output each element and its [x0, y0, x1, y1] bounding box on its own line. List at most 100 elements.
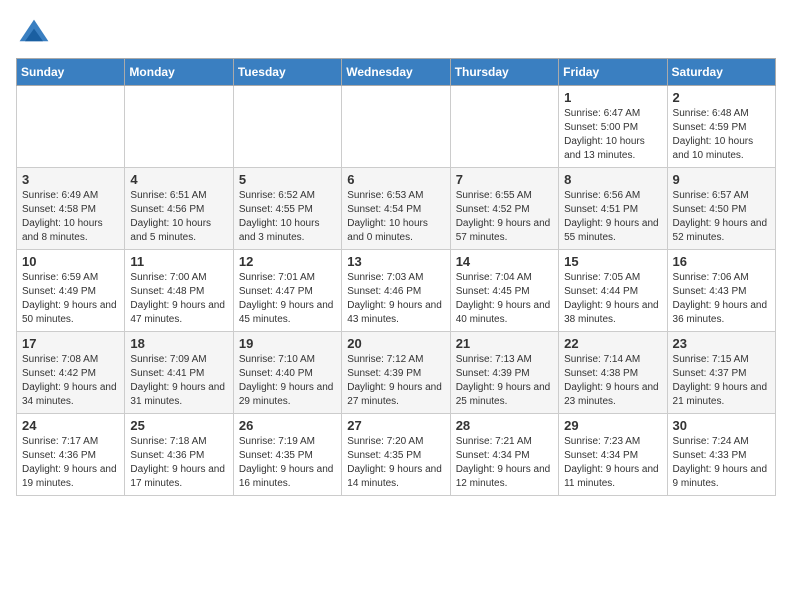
calendar-cell: 3 Sunrise: 6:49 AMSunset: 4:58 PMDaylight… [17, 168, 125, 250]
weekday-header-friday: Friday [559, 59, 667, 86]
day-number: 22 [564, 336, 661, 351]
calendar-week-2: 3 Sunrise: 6:49 AMSunset: 4:58 PMDaylight… [17, 168, 776, 250]
calendar-cell: 20 Sunrise: 7:12 AMSunset: 4:39 PMDayligh… [342, 332, 450, 414]
day-info: Sunrise: 7:15 AMSunset: 4:37 PMDaylight:… [673, 353, 770, 409]
day-number: 23 [673, 336, 770, 351]
day-number: 10 [22, 254, 119, 269]
calendar-table: SundayMondayTuesdayWednesdayThursdayFrid… [16, 58, 776, 496]
day-info: Sunrise: 7:06 AMSunset: 4:43 PMDaylight:… [673, 271, 770, 327]
calendar-cell: 14 Sunrise: 7:04 AMSunset: 4:45 PMDayligh… [450, 250, 558, 332]
day-info: Sunrise: 7:04 AMSunset: 4:45 PMDaylight:… [456, 271, 553, 327]
day-info: Sunrise: 6:49 AMSunset: 4:58 PMDaylight:… [22, 189, 119, 245]
calendar-cell: 16 Sunrise: 7:06 AMSunset: 4:43 PMDayligh… [667, 250, 775, 332]
calendar-cell: 26 Sunrise: 7:19 AMSunset: 4:35 PMDayligh… [233, 414, 341, 496]
weekday-header-thursday: Thursday [450, 59, 558, 86]
day-info: Sunrise: 7:03 AMSunset: 4:46 PMDaylight:… [347, 271, 444, 327]
day-info: Sunrise: 7:00 AMSunset: 4:48 PMDaylight:… [130, 271, 227, 327]
calendar-cell: 2 Sunrise: 6:48 AMSunset: 4:59 PMDaylight… [667, 86, 775, 168]
calendar-cell [450, 86, 558, 168]
day-info: Sunrise: 7:12 AMSunset: 4:39 PMDaylight:… [347, 353, 444, 409]
day-number: 6 [347, 172, 444, 187]
day-number: 16 [673, 254, 770, 269]
day-number: 28 [456, 418, 553, 433]
day-number: 27 [347, 418, 444, 433]
day-number: 3 [22, 172, 119, 187]
day-info: Sunrise: 7:23 AMSunset: 4:34 PMDaylight:… [564, 435, 661, 491]
day-info: Sunrise: 6:57 AMSunset: 4:50 PMDaylight:… [673, 189, 770, 245]
day-number: 18 [130, 336, 227, 351]
calendar-week-1: 1 Sunrise: 6:47 AMSunset: 5:00 PMDaylight… [17, 86, 776, 168]
weekday-header-saturday: Saturday [667, 59, 775, 86]
day-number: 20 [347, 336, 444, 351]
logo [16, 16, 56, 52]
day-info: Sunrise: 6:55 AMSunset: 4:52 PMDaylight:… [456, 189, 553, 245]
calendar-cell: 5Sunrise: 6:52 AMSunset: 4:55 PMDaylight… [233, 168, 341, 250]
calendar-cell: 12 Sunrise: 7:01 AMSunset: 4:47 PMDayligh… [233, 250, 341, 332]
day-number: 8 [564, 172, 661, 187]
calendar-cell: 4 Sunrise: 6:51 AMSunset: 4:56 PMDaylight… [125, 168, 233, 250]
weekday-header-sunday: Sunday [17, 59, 125, 86]
weekday-header-row: SundayMondayTuesdayWednesdayThursdayFrid… [17, 59, 776, 86]
day-number: 9 [673, 172, 770, 187]
day-info: Sunrise: 7:05 AMSunset: 4:44 PMDaylight:… [564, 271, 661, 327]
calendar-cell: 18 Sunrise: 7:09 AMSunset: 4:41 PMDayligh… [125, 332, 233, 414]
day-info: Sunrise: 6:56 AMSunset: 4:51 PMDaylight:… [564, 189, 661, 245]
day-number: 12 [239, 254, 336, 269]
day-number: 25 [130, 418, 227, 433]
calendar-cell [17, 86, 125, 168]
day-info: Sunrise: 7:08 AMSunset: 4:42 PMDaylight:… [22, 353, 119, 409]
day-info: Sunrise: 6:47 AMSunset: 5:00 PMDaylight:… [564, 107, 661, 163]
calendar-cell [342, 86, 450, 168]
calendar-cell: 22 Sunrise: 7:14 AMSunset: 4:38 PMDayligh… [559, 332, 667, 414]
day-info: Sunrise: 7:17 AMSunset: 4:36 PMDaylight:… [22, 435, 119, 491]
calendar-cell: 27 Sunrise: 7:20 AMSunset: 4:35 PMDayligh… [342, 414, 450, 496]
day-number: 24 [22, 418, 119, 433]
day-info: Sunrise: 6:51 AMSunset: 4:56 PMDaylight:… [130, 189, 227, 245]
calendar-cell: 17 Sunrise: 7:08 AMSunset: 4:42 PMDayligh… [17, 332, 125, 414]
calendar-week-4: 17 Sunrise: 7:08 AMSunset: 4:42 PMDayligh… [17, 332, 776, 414]
calendar-cell: 11 Sunrise: 7:00 AMSunset: 4:48 PMDayligh… [125, 250, 233, 332]
day-info: Sunrise: 7:14 AMSunset: 4:38 PMDaylight:… [564, 353, 661, 409]
day-info: Sunrise: 6:52 AMSunset: 4:55 PMDaylight:… [239, 189, 336, 245]
page-header [16, 16, 776, 52]
weekday-header-wednesday: Wednesday [342, 59, 450, 86]
day-info: Sunrise: 7:20 AMSunset: 4:35 PMDaylight:… [347, 435, 444, 491]
day-number: 29 [564, 418, 661, 433]
calendar-cell: 19Sunrise: 7:10 AMSunset: 4:40 PMDayligh… [233, 332, 341, 414]
calendar-cell [125, 86, 233, 168]
calendar-cell: 15Sunrise: 7:05 AMSunset: 4:44 PMDayligh… [559, 250, 667, 332]
calendar-cell: 1 Sunrise: 6:47 AMSunset: 5:00 PMDaylight… [559, 86, 667, 168]
calendar-cell: 10 Sunrise: 6:59 AMSunset: 4:49 PMDayligh… [17, 250, 125, 332]
day-info: Sunrise: 6:59 AMSunset: 4:49 PMDaylight:… [22, 271, 119, 327]
calendar-cell: 8 Sunrise: 6:56 AMSunset: 4:51 PMDaylight… [559, 168, 667, 250]
day-number: 26 [239, 418, 336, 433]
day-number: 2 [673, 90, 770, 105]
day-number: 13 [347, 254, 444, 269]
day-info: Sunrise: 7:24 AMSunset: 4:33 PMDaylight:… [673, 435, 770, 491]
calendar-cell: 29 Sunrise: 7:23 AMSunset: 4:34 PMDayligh… [559, 414, 667, 496]
day-info: Sunrise: 7:09 AMSunset: 4:41 PMDaylight:… [130, 353, 227, 409]
day-number: 17 [22, 336, 119, 351]
day-info: Sunrise: 6:48 AMSunset: 4:59 PMDaylight:… [673, 107, 770, 163]
calendar-cell: 24 Sunrise: 7:17 AMSunset: 4:36 PMDayligh… [17, 414, 125, 496]
day-info: Sunrise: 7:01 AMSunset: 4:47 PMDaylight:… [239, 271, 336, 327]
day-info: Sunrise: 7:18 AMSunset: 4:36 PMDaylight:… [130, 435, 227, 491]
calendar-cell: 9 Sunrise: 6:57 AMSunset: 4:50 PMDaylight… [667, 168, 775, 250]
day-info: Sunrise: 7:21 AMSunset: 4:34 PMDaylight:… [456, 435, 553, 491]
calendar-week-3: 10 Sunrise: 6:59 AMSunset: 4:49 PMDayligh… [17, 250, 776, 332]
day-info: Sunrise: 7:10 AMSunset: 4:40 PMDaylight:… [239, 353, 336, 409]
calendar-cell [233, 86, 341, 168]
day-number: 14 [456, 254, 553, 269]
day-info: Sunrise: 7:19 AMSunset: 4:35 PMDaylight:… [239, 435, 336, 491]
calendar-week-5: 24 Sunrise: 7:17 AMSunset: 4:36 PMDayligh… [17, 414, 776, 496]
day-number: 4 [130, 172, 227, 187]
day-number: 1 [564, 90, 661, 105]
day-info: Sunrise: 7:13 AMSunset: 4:39 PMDaylight:… [456, 353, 553, 409]
calendar-cell: 7Sunrise: 6:55 AMSunset: 4:52 PMDaylight… [450, 168, 558, 250]
calendar-cell: 13 Sunrise: 7:03 AMSunset: 4:46 PMDayligh… [342, 250, 450, 332]
calendar-cell: 30Sunrise: 7:24 AMSunset: 4:33 PMDayligh… [667, 414, 775, 496]
calendar-cell: 23 Sunrise: 7:15 AMSunset: 4:37 PMDayligh… [667, 332, 775, 414]
day-number: 11 [130, 254, 227, 269]
day-info: Sunrise: 6:53 AMSunset: 4:54 PMDaylight:… [347, 189, 444, 245]
weekday-header-tuesday: Tuesday [233, 59, 341, 86]
